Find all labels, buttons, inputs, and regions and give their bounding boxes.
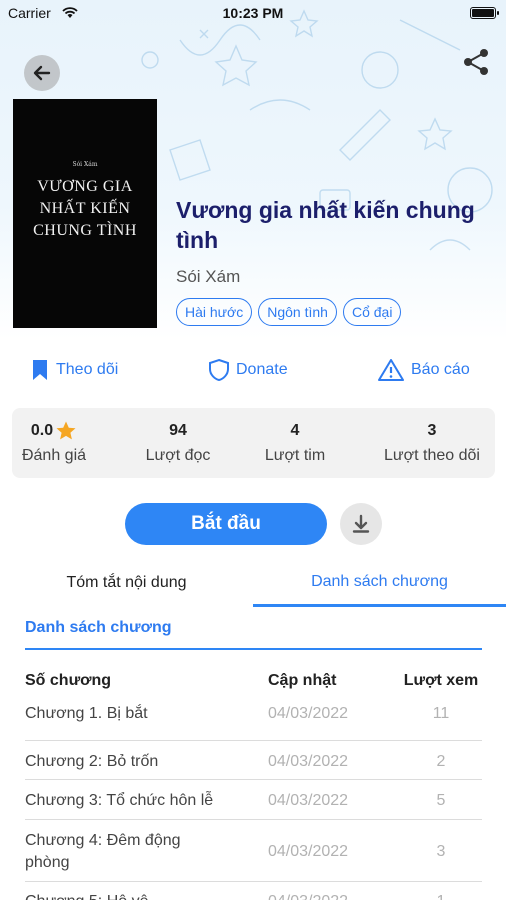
table-row[interactable]: Chương 1. Bị bắt 04/03/2022 11 [25,702,482,740]
reads-label: Lượt đọc [145,447,211,464]
genre-tags: Hài hước Ngôn tình Cổ đại [176,298,402,326]
follows-label: Lượt theo dõi [384,447,480,464]
follow-label: Theo dõi [56,361,119,378]
report-button[interactable]: Báo cáo [377,358,470,382]
chapter-views: 3 [436,843,446,860]
rating-label: Đánh giá [21,447,87,464]
chapter-name: Chương 4: Đêm động phòng [25,832,181,871]
shield-icon [209,358,229,382]
book-title: Vương gia nhất kiến chung tình [176,197,475,253]
table-row[interactable]: Chương 4: Đêm động phòng 04/03/2022 3 [25,819,482,881]
status-time: 10:23 PM [222,5,284,21]
table-row[interactable]: Chương 2: Bỏ trốn 04/03/2022 2 [25,740,482,779]
download-icon [352,514,370,533]
back-button[interactable] [24,55,60,91]
likes-value: 4 [290,422,300,439]
chapter-views: 2 [436,753,446,770]
table-header: Số chương Cập nhật Lượt xem [25,670,482,694]
stats-panel: 0.0 Đánh giá 94 Lượt đọc 4 Lượt tim 3 Lư… [12,408,495,478]
follow-button[interactable]: Theo dõi [30,358,118,382]
warning-icon [378,359,404,381]
chapter-date: 04/03/2022 [268,891,373,900]
action-bar: Theo dõi Donate Báo cáo [0,352,506,392]
chapter-views: 1 [400,891,482,900]
col-chapter: Số chương [25,672,112,689]
reads-value: 94 [169,422,187,439]
stat-reads: 94 Lượt đọc [133,420,223,465]
chapter-views: 11 [432,705,450,722]
start-reading-button[interactable]: Bắt đầu [125,503,327,545]
tab-chapter-list[interactable]: Danh sách chương [253,560,506,607]
table-row[interactable]: Chương 5: Hộ vệ 04/03/2022 1 [25,881,482,900]
col-views: Lượt xem [403,672,479,689]
share-button[interactable] [458,44,494,80]
chapter-date: 04/03/2022 [268,843,349,860]
tab-summary[interactable]: Tóm tắt nội dung [0,560,253,606]
book-author[interactable]: Sói Xám [176,267,240,287]
chapter-section-title: Danh sách chương [25,619,172,636]
table-row[interactable]: Chương 3: Tổ chức hôn lễ 04/03/2022 5 [25,779,482,819]
tag-romance[interactable]: Ngôn tình [258,298,337,326]
chapter-name: Chương 1. Bị bắt [25,705,148,722]
col-updated: Cập nhật [268,672,337,689]
follows-value: 3 [427,422,437,439]
chapter-views: 5 [436,792,446,809]
donate-label: Donate [236,361,288,378]
cover-title: VƯƠNG GIA NHẤT KIẾN CHUNG TÌNH [33,178,137,239]
likes-label: Lượt tim [264,447,326,464]
chapter-name: Chương 2: Bỏ trốn [25,753,159,770]
cover-author: Sói Xám [72,161,98,168]
chapter-date: 04/03/2022 [268,753,349,770]
chapter-date: 04/03/2022 [268,705,349,722]
donate-button[interactable]: Donate [208,358,288,382]
content-tabs: Tóm tắt nội dung Danh sách chương [0,560,506,608]
status-bar: Carrier 10:23 PM [0,0,506,26]
section-divider [25,648,482,650]
download-button[interactable] [340,503,382,545]
share-icon [464,49,488,75]
chapter-name: Chương 5: Hộ vệ [25,891,235,900]
arrow-left-icon [33,65,51,81]
book-cover: Sói Xám VƯƠNG GIA NHẤT KIẾN CHUNG TÌNH [13,99,157,328]
star-icon [56,421,76,440]
chapter-name: Chương 3: Tổ chức hôn lễ [25,792,214,809]
bookmark-icon [33,360,47,380]
stat-follows: 3 Lượt theo dõi [374,420,490,465]
stat-likes: 4 Lượt tim [250,420,340,465]
chapter-table: Số chương Cập nhật Lượt xem Chương 1. Bị… [25,670,482,900]
chapter-date: 04/03/2022 [268,792,349,809]
tag-ancient[interactable]: Cổ đại [342,298,402,326]
report-label: Báo cáo [411,361,470,378]
stat-rating[interactable]: 0.0 Đánh giá [18,420,90,465]
battery-icon [470,7,499,19]
tag-humor[interactable]: Hài hước [176,298,253,326]
rating-value: 0.0 [30,422,54,439]
